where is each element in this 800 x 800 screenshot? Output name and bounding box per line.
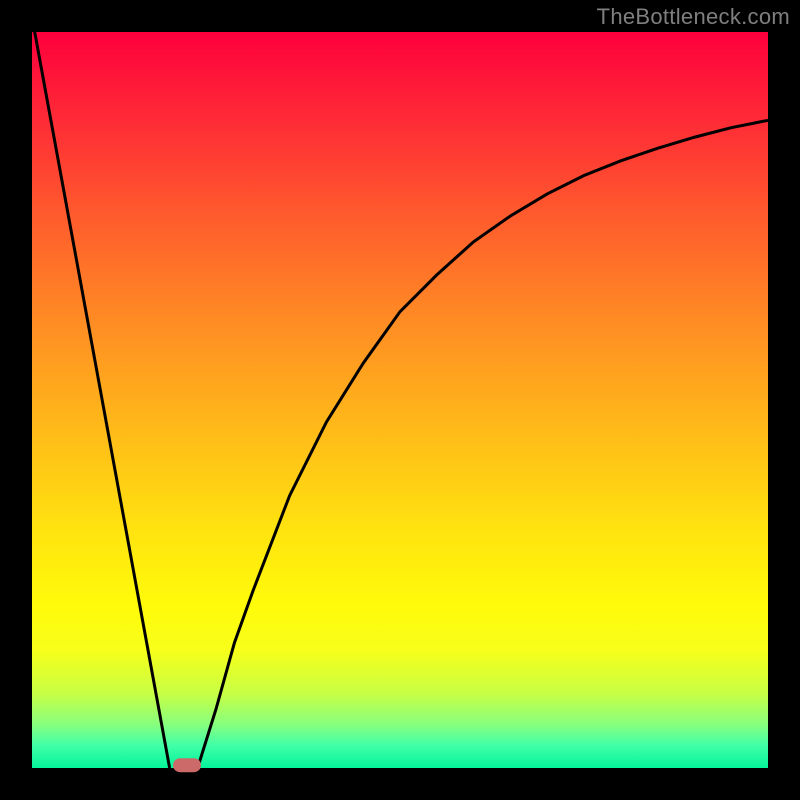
- curve-svg: [32, 32, 768, 768]
- bottleneck-marker: [173, 758, 201, 772]
- chart-frame: TheBottleneck.com: [0, 0, 800, 800]
- curve-path: [32, 32, 768, 768]
- watermark-text: TheBottleneck.com: [597, 4, 790, 30]
